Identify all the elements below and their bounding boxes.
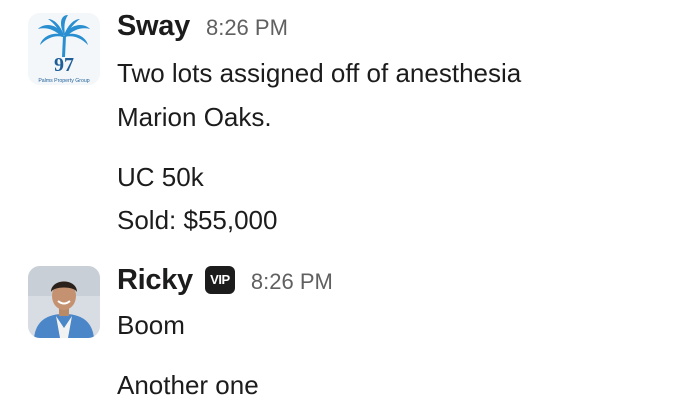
message-text-line: Another one [117,370,259,400]
logo-number: 97 [54,54,74,76]
message-text-line: Boom [117,310,185,340]
message-text-line: UC 50k [117,162,204,192]
message-text-line: Marion Oaks. [117,102,272,132]
logo-text: Palms Property Group [38,78,89,84]
message-text-line: Sold: $55,000 [117,205,278,235]
avatar-ricky[interactable] [28,266,100,338]
timestamp[interactable]: 8:26 PM [206,15,288,41]
message-header: Sway 8:26 PM [117,10,288,43]
palm-tree-logo-icon: 97 Palms Property Group [28,13,100,85]
avatar-sway[interactable]: 97 Palms Property Group [28,13,100,85]
timestamp[interactable]: 8:26 PM [251,269,333,295]
sender-name[interactable]: Ricky [117,264,193,297]
sender-name[interactable]: Sway [117,10,190,43]
user-photo-icon [28,266,100,338]
message-header: Ricky VIP 8:26 PM [117,264,333,297]
message-text-line: Two lots assigned off of anesthesia [117,58,522,88]
vip-badge: VIP [204,265,235,294]
